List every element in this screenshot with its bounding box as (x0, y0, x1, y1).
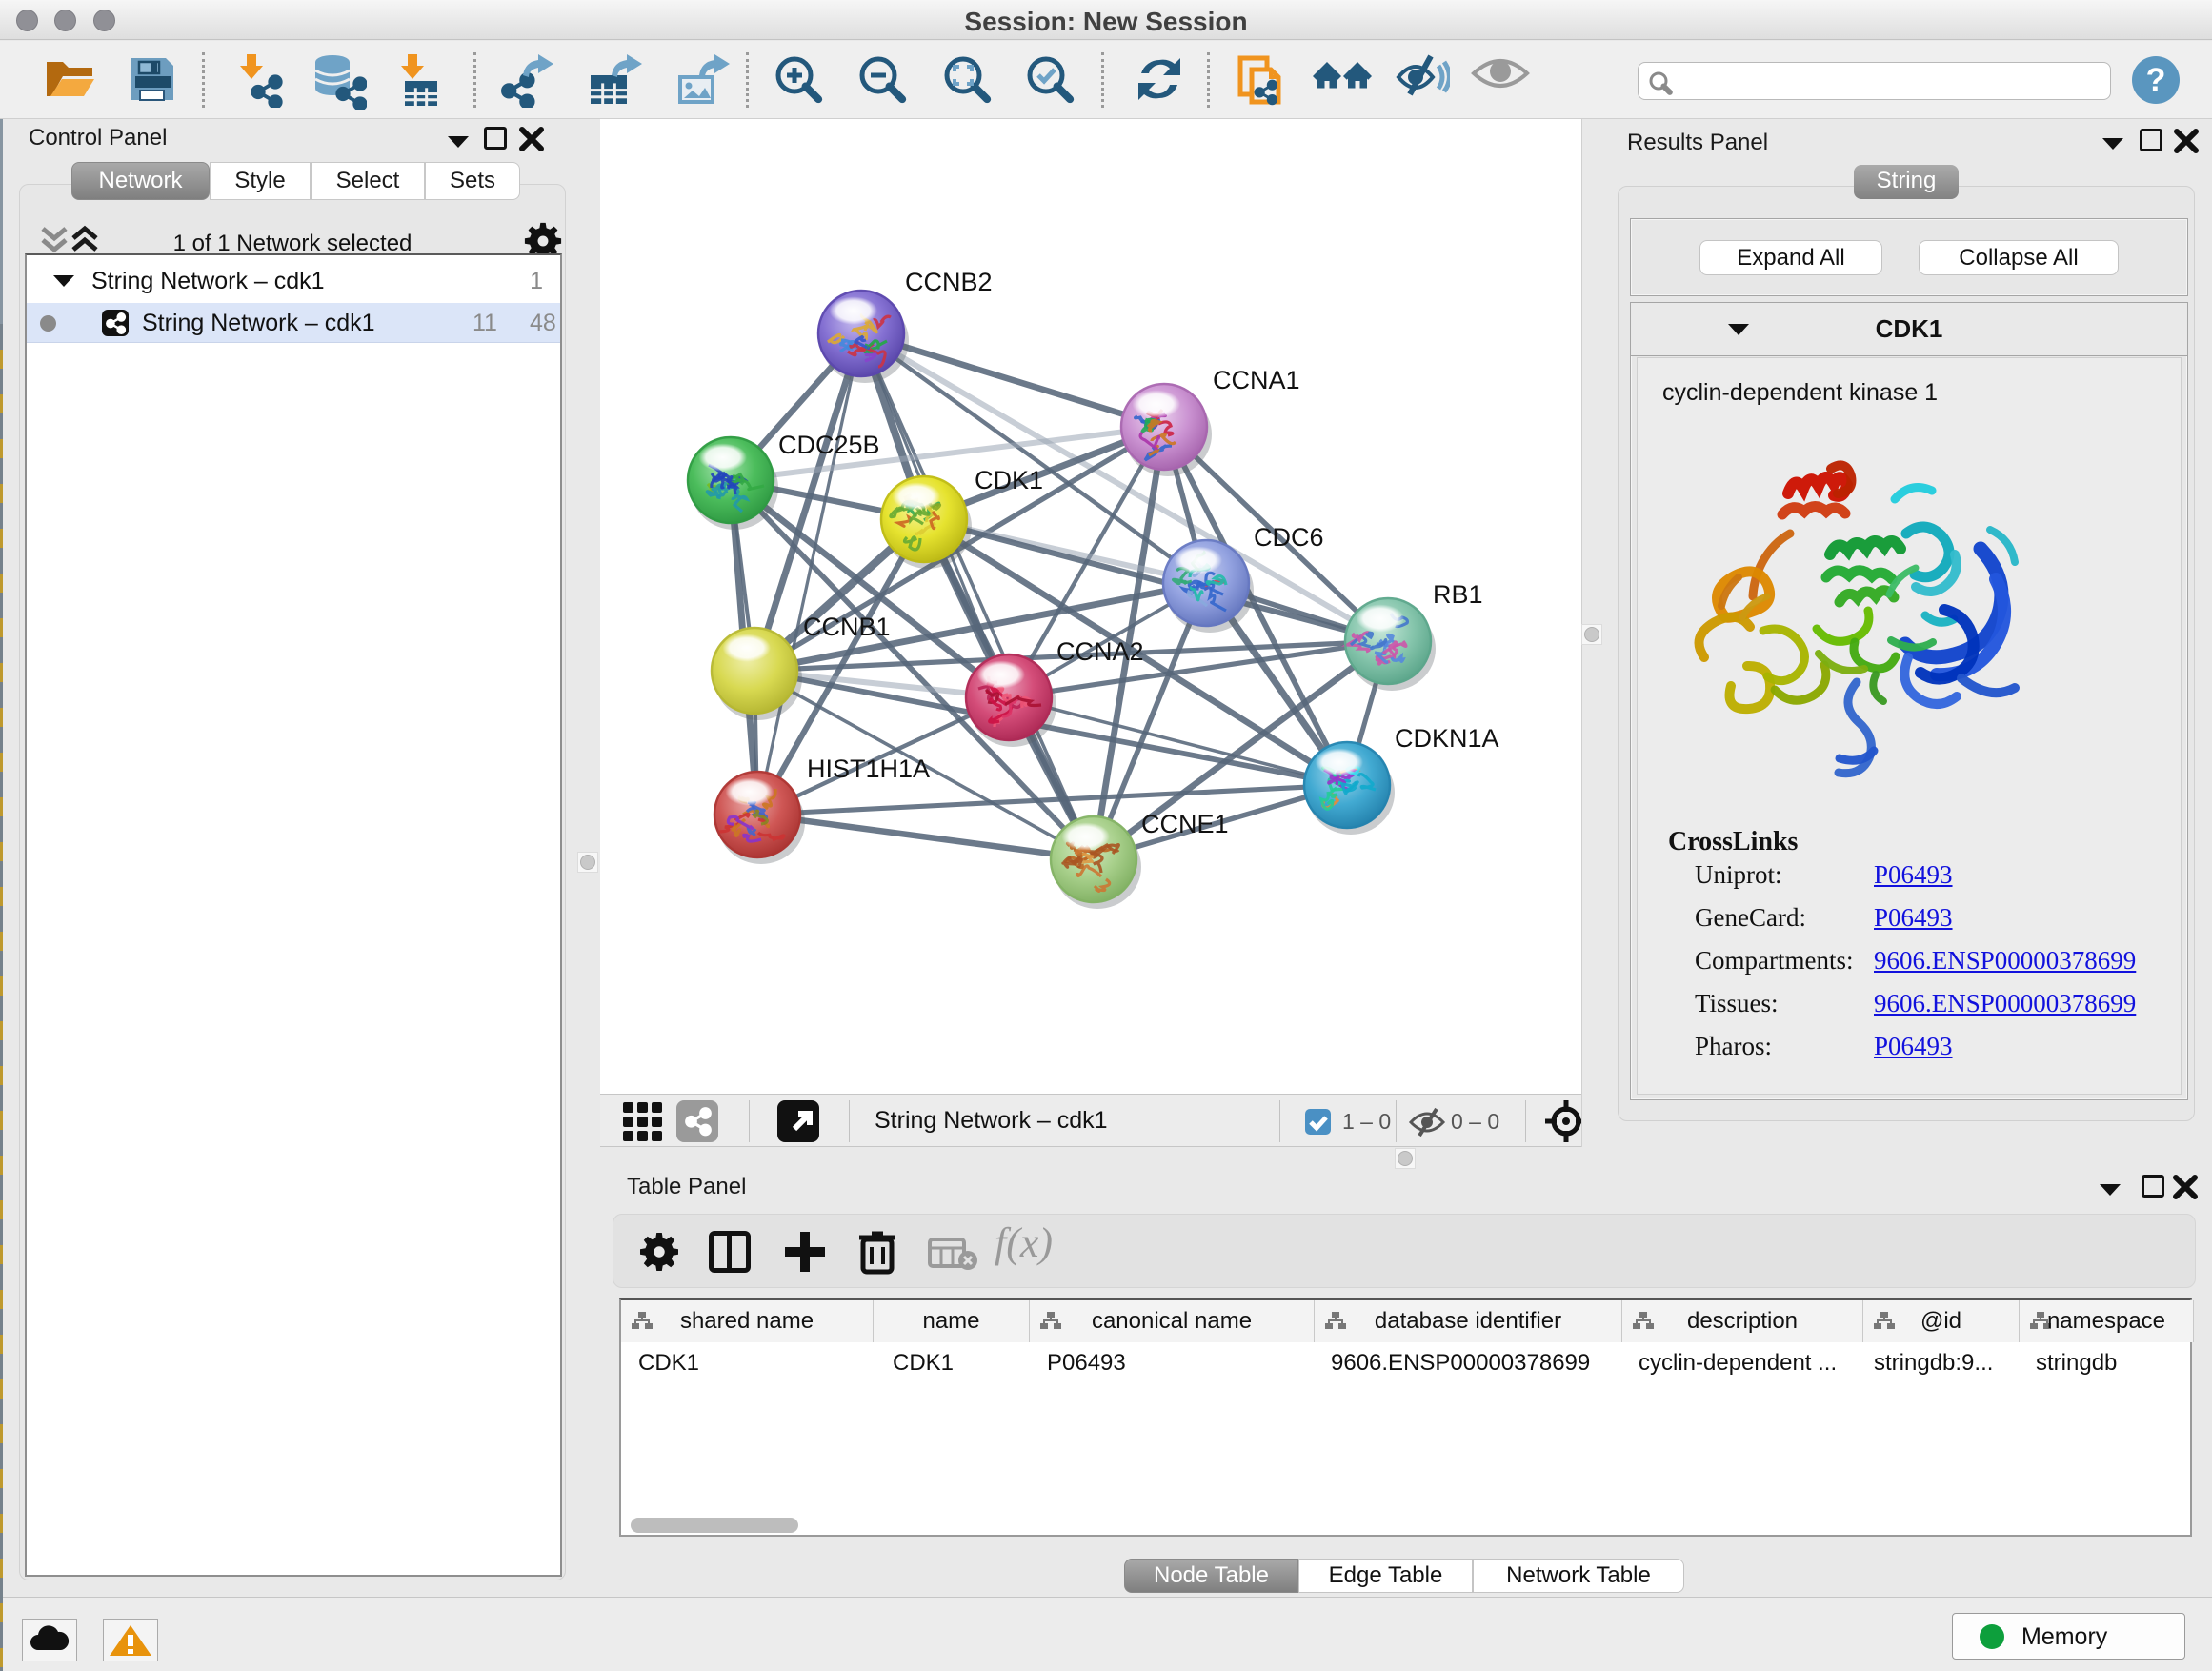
svg-text:CDC25B: CDC25B (778, 431, 880, 459)
svg-text:CCNB1: CCNB1 (803, 613, 891, 641)
svg-text:CCNB2: CCNB2 (905, 268, 993, 296)
svg-text:CDKN1A: CDKN1A (1395, 724, 1499, 753)
svg-text:CCNA2: CCNA2 (1056, 637, 1144, 666)
svg-text:CCNE1: CCNE1 (1141, 810, 1229, 838)
svg-text:HIST1H1A: HIST1H1A (807, 755, 930, 783)
svg-text:CCNA1: CCNA1 (1213, 366, 1300, 394)
svg-text:CDC6: CDC6 (1254, 523, 1324, 552)
svg-text:CDK1: CDK1 (975, 466, 1043, 494)
svg-text:RB1: RB1 (1433, 580, 1483, 609)
